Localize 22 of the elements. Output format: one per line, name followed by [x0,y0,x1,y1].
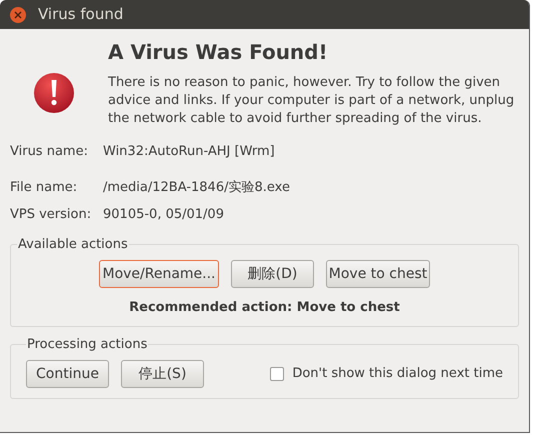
action-button[interactable]: 删除(D) [231,260,314,288]
close-icon [14,10,22,18]
warning-icon [33,72,75,114]
detail-label: VPS version: [10,206,92,224]
group-title: Processing actions [26,336,148,354]
dialog-message: There is no reason to panic, however. Try to follow the given advice and links. If your computer is part of a network, unplug the network cable to avoid further spreading of the virus. [108,74,516,128]
recommended-action: Recommended action: Move to chest [129,299,400,317]
detail-label: Virus name: [10,143,89,161]
close-button[interactable] [10,6,26,22]
detail-value: Win32:AutoRun-AHJ [Wrm] [103,143,275,161]
checkbox-label[interactable]: Don't show this dialog next time [292,364,503,384]
action-button[interactable]: Continue [26,360,109,388]
action-button[interactable]: Move to chest [326,260,430,288]
detail-value: 90105-0, 05/01/09 [103,206,224,224]
checkbox[interactable] [270,367,284,381]
action-button[interactable]: 停止(S) [121,360,204,388]
window-title: Virus found [38,4,124,26]
detail-label: File name: [10,178,78,196]
group-title: Available actions [17,236,129,254]
action-button[interactable]: Move/Rename... [99,260,219,288]
detail-value: /media/12BA-1846/实验8.exe [103,178,290,196]
dialog-heading: A Virus Was Found! [108,39,329,66]
